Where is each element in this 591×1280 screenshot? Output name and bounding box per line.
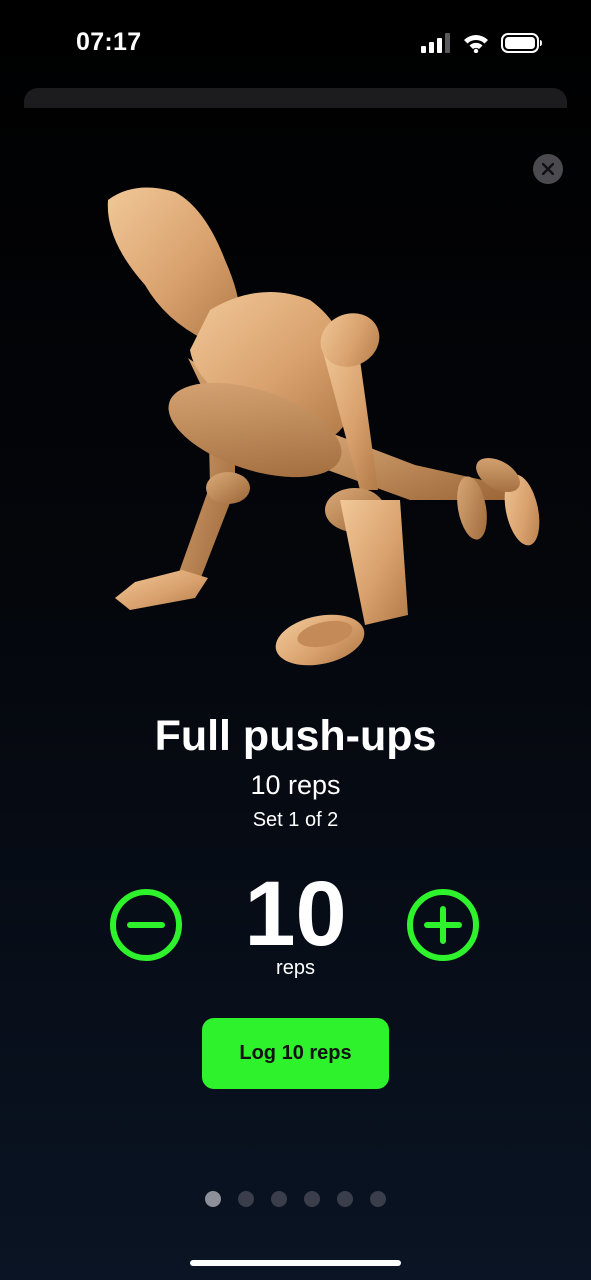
exercise-figure xyxy=(107,187,540,666)
page-indicator xyxy=(0,1191,591,1207)
rep-count-unit: reps xyxy=(276,957,315,979)
status-time: 07:17 xyxy=(76,28,142,56)
page-dot-2[interactable] xyxy=(238,1191,254,1207)
exercise-target-reps: 10 reps xyxy=(250,770,341,800)
log-reps-button[interactable]: Log 10 reps xyxy=(202,1018,389,1089)
wifi-icon xyxy=(464,35,488,53)
status-icons xyxy=(421,33,543,53)
battery-icon xyxy=(501,33,542,53)
cellular-signal-icon xyxy=(421,33,450,53)
sheet-top-edge xyxy=(24,88,567,108)
set-progress-label: Set 1 of 2 xyxy=(252,809,339,831)
exercise-title: Full push-ups xyxy=(154,712,437,760)
increment-reps-button[interactable] xyxy=(406,888,480,962)
plus-circle-icon xyxy=(407,889,479,961)
page-dot-4[interactable] xyxy=(304,1191,320,1207)
home-indicator[interactable] xyxy=(190,1260,401,1266)
page-dot-6[interactable] xyxy=(370,1191,386,1207)
page-dot-5[interactable] xyxy=(337,1191,353,1207)
status-bar: 07:17 xyxy=(0,0,591,88)
page-dot-1[interactable] xyxy=(205,1191,221,1207)
page-dot-3[interactable] xyxy=(271,1191,287,1207)
rep-count-value: 10 xyxy=(244,863,347,965)
